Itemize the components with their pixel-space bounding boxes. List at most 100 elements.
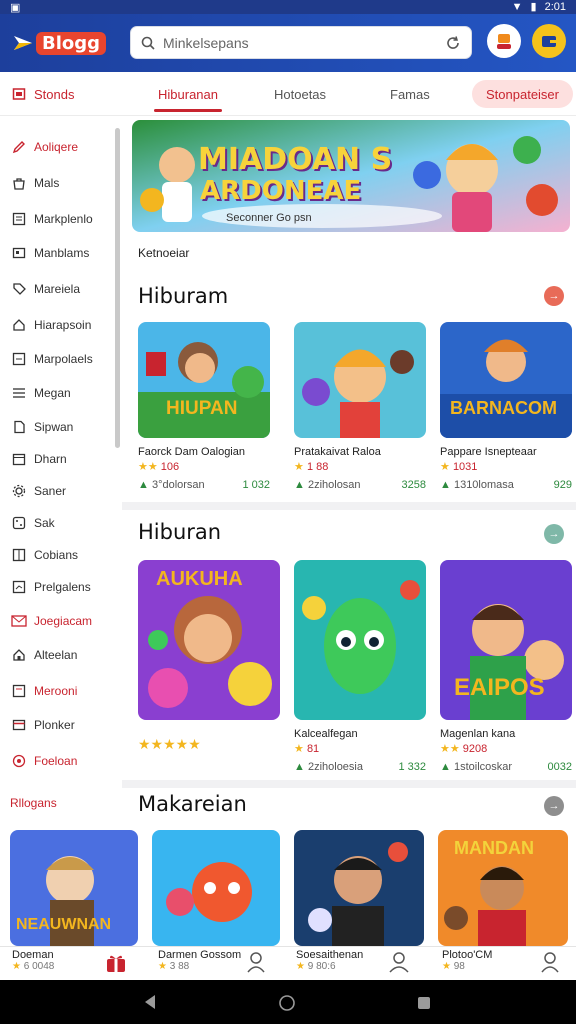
profile-button[interactable] — [487, 24, 521, 58]
user-icon[interactable] — [388, 951, 410, 981]
home-icon — [10, 318, 28, 332]
search-bar[interactable]: Minkelsepans — [130, 26, 472, 59]
tab-label: Hiburanan — [158, 86, 218, 102]
bottom-item-title: Doeman — [12, 949, 54, 961]
top-tabs: Stonds Hiburanan Hotoetas Famas Stonpate… — [0, 72, 576, 116]
tab-hiburanan[interactable]: Hiburanan — [154, 72, 222, 116]
status-bar: ▣ ▼ ▮ 2:01 — [0, 0, 576, 14]
sidebar-item-label: Saner — [34, 484, 67, 498]
banner-title-1: MIADOAN S — [198, 142, 393, 177]
list-icon — [10, 212, 28, 226]
sidebar-item-label: Prelgalens — [34, 580, 91, 594]
game-thumbnail[interactable] — [294, 830, 424, 946]
sidebar-item-mals[interactable]: Mals — [0, 166, 112, 200]
sidebar-item-label: Megan — [34, 386, 71, 400]
recents-icon[interactable] — [416, 995, 432, 1011]
sidebar-item-sipwan[interactable]: Sipwan — [0, 410, 112, 444]
section-title: Makareian — [138, 792, 247, 816]
bottom-item[interactable]: Plotoo'CM ★ 98 — [442, 949, 492, 979]
sidebar-item-merooni[interactable]: Merooni — [0, 674, 112, 708]
sidebar-item-label: Aoliqere — [34, 140, 79, 154]
pencil-icon — [10, 140, 28, 154]
back-icon[interactable] — [142, 994, 158, 1010]
square-icon — [10, 352, 28, 366]
sidebar-item-label: Joegiacam — [34, 614, 93, 628]
tab-label: Hotoetas — [274, 86, 327, 102]
game-thumbnail[interactable]: MANDAN — [438, 830, 568, 946]
rating-value: 9208 — [462, 743, 488, 755]
sidebar-scrollbar[interactable] — [115, 128, 120, 448]
sidebar-item-plonker[interactable]: Plonker — [0, 708, 112, 742]
gift-icon[interactable] — [104, 951, 128, 981]
home-button-icon[interactable] — [278, 994, 296, 1012]
note-icon — [10, 684, 28, 698]
more-arrow-icon[interactable]: → — [544, 796, 564, 816]
game-card[interactable]: BARNACOM Pappare Isnepteaar ★ 1031 ▲ 131… — [440, 322, 572, 491]
search-input[interactable]: Minkelsepans — [163, 35, 445, 51]
refresh-icon[interactable] — [445, 35, 461, 51]
banner-title-2: ARDONEAE — [200, 176, 362, 206]
user-icon[interactable] — [540, 951, 560, 981]
lines-icon — [10, 386, 28, 400]
notification-icon: ▣ — [10, 2, 21, 14]
meta-right: 3258 — [401, 479, 426, 491]
sidebar-item-mareiela[interactable]: Mareiela — [0, 272, 112, 306]
game-card[interactable]: EAIPOS Magenlan kana ★★ 9208 ▲ 1stoilcos… — [440, 560, 572, 773]
app-logo[interactable]: Blogg — [12, 28, 107, 58]
rating-value: 106 — [160, 461, 180, 473]
house-icon — [10, 648, 28, 662]
game-thumbnail[interactable]: NEAUWNAN — [10, 830, 138, 946]
tab-stonpateiser[interactable]: Stonpateiser — [472, 80, 573, 108]
game-meta: ▲ 1310lomasa 929 — [440, 479, 572, 491]
sidebar-item-dharn[interactable]: Dharn — [0, 442, 112, 476]
sidebar-item-aoliqere[interactable]: Aoliqere — [0, 130, 112, 164]
sidebar-item-label: Sipwan — [34, 420, 74, 434]
sidebar: Aoliqere Mals Markplenlo Manblams Mareie… — [0, 116, 122, 946]
sidebar-item-saner[interactable]: Saner — [0, 474, 112, 508]
sidebar-item-foeloan[interactable]: Foeloan — [0, 744, 112, 778]
sidebar-footer-label[interactable]: Rllogans — [0, 786, 112, 820]
tab-stonds[interactable]: Stonds — [12, 72, 74, 116]
chart-icon — [10, 580, 28, 594]
rating-value: 1031 — [452, 461, 478, 473]
sidebar-item-cobians[interactable]: Cobians — [0, 538, 112, 572]
sidebar-item-label: Cobians — [34, 548, 79, 562]
more-arrow-icon[interactable]: → — [544, 524, 564, 544]
status-icons: ▼ ▮ 2:01 — [512, 0, 566, 14]
more-arrow-icon[interactable]: → — [544, 286, 564, 306]
promo-banner[interactable]: MIADOAN S ARDONEAE Seconner Go psn — [132, 120, 570, 232]
clock: 2:01 — [544, 0, 566, 13]
game-thumbnail[interactable] — [152, 830, 280, 946]
sidebar-item-marpolaels[interactable]: Marpolaels — [0, 342, 112, 376]
game-rating: ★ 81 — [294, 743, 320, 755]
wallet-button[interactable] — [532, 24, 566, 58]
sidebar-item-label: Markplenlo — [34, 212, 93, 226]
sidebar-item-joegiacam[interactable]: Joegiacam — [0, 604, 112, 638]
sidebar-item-label: Foeloan — [34, 754, 78, 768]
meta-left: 3°dolorsan — [151, 479, 205, 491]
user-icon[interactable] — [246, 951, 266, 981]
game-card[interactable]: HIUPAN Faorck Dam Oalogian ★★ 106 ▲ 3°do… — [138, 322, 270, 491]
bottom-item[interactable]: Doeman ★ 6 0048 — [12, 949, 54, 979]
bottom-item-title: Plotoo'CM — [442, 949, 493, 961]
sidebar-item-markplenlo[interactable]: Markplenlo — [0, 202, 112, 236]
game-art-title: HIUPAN — [166, 398, 238, 419]
tab-famas[interactable]: Famas — [390, 72, 430, 116]
meta-right: 0032 — [547, 761, 572, 773]
sidebar-item-prelgalens[interactable]: Prelgalens — [0, 570, 112, 604]
sidebar-item-sak[interactable]: Sak — [0, 506, 112, 540]
game-rating: ★ 1031 — [440, 461, 478, 473]
bottom-item[interactable]: Soesaithenan ★ 9 80:6 — [296, 949, 363, 979]
tab-hotoetas[interactable]: Hotoetas — [274, 72, 326, 116]
tag-icon — [10, 282, 28, 296]
game-card[interactable]: Pratakaivat Raloa ★ 1 88 ▲ 2ziholosan 32… — [294, 322, 426, 491]
game-art-title: EAIPOS — [454, 674, 545, 701]
bottom-item[interactable]: Darmen Gossom ★ 3 88 — [158, 949, 241, 979]
game-card[interactable]: Kalcealfegan ★ 81 ▲ 2ziholoesia 1 332 — [294, 560, 426, 773]
sidebar-item-manblams[interactable]: Manblams — [0, 236, 112, 270]
game-card[interactable]: AUKUHA ★★★★★ — [138, 560, 280, 753]
sidebar-item-megan[interactable]: Megan — [0, 376, 112, 410]
sidebar-item-alteelan[interactable]: Alteelan — [0, 638, 112, 672]
system-nav-bar — [0, 980, 576, 1024]
sidebar-item-hiarapsoin[interactable]: Hiarapsoin — [0, 308, 112, 342]
